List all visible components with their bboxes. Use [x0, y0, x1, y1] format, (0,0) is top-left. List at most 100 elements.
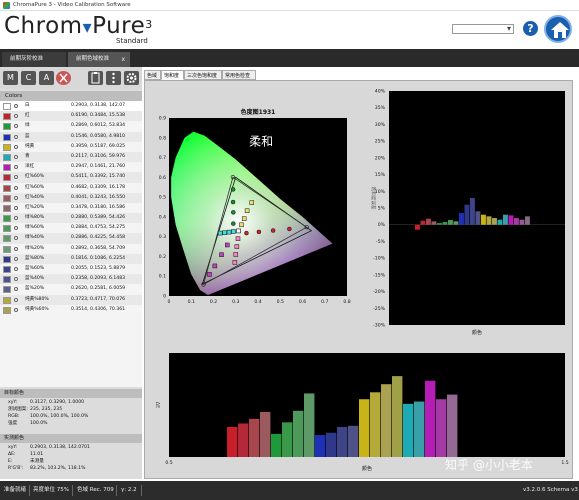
target-color-header: 目标颜色 — [0, 389, 142, 398]
color-list-item[interactable]: 蓝%80% 0.1816, 0.1086, 6.2254 — [0, 253, 142, 264]
color-list-item[interactable]: 青 0.2117, 0.3106, 59.976 — [0, 151, 142, 163]
color-value: 0.2117, 0.3106, 59.976 — [71, 153, 126, 159]
radio-button[interactable] — [14, 267, 18, 271]
sat-y-tick: -5% — [376, 239, 386, 245]
color-list-item[interactable]: 白 0.2903, 0.3138, 142.07 — [0, 101, 142, 113]
radio-button[interactable] — [14, 226, 18, 231]
color-name: 蓝%60% — [25, 266, 45, 271]
radio-button[interactable] — [14, 205, 18, 210]
doc-tab-grayscale[interactable]: 前期灰阶校准 — [2, 52, 66, 67]
color-list-item[interactable]: 蓝 0.1546, 0.0580, 4.9810 — [0, 131, 142, 142]
radio-button[interactable] — [14, 256, 18, 261]
tab-gamut[interactable]: 色域 — [144, 70, 161, 80]
color-list-item[interactable]: 纯黄%60% 0.3514, 0.4306, 70.361 — [0, 305, 142, 315]
color-list-item[interactable]: 红%60% 0.4682, 0.3309, 16.178 — [0, 183, 142, 193]
color-swatch — [3, 204, 11, 212]
settings-button[interactable] — [124, 71, 139, 85]
doc-tab-gamut[interactable]: 前期色域校准 x — [68, 52, 130, 67]
color-name: 蓝%20% — [25, 286, 45, 292]
color-list-item[interactable]: 绿%20% 0.2892, 0.3658, 54.709 — [0, 244, 142, 254]
de-x-tick: 0.5 — [165, 460, 172, 466]
radio-button[interactable] — [14, 104, 18, 108]
color-list-item[interactable]: 绿%60% 0.2884, 0.4753, 54.275 — [0, 223, 142, 233]
color-list-item[interactable]: 蓝%60% 0.2055, 0.1523, 5.8879 — [0, 264, 142, 274]
mode-m-button[interactable]: M — [3, 71, 18, 85]
cie-annotation: 柔和 — [249, 135, 273, 149]
de-bar — [249, 418, 260, 457]
radio-button[interactable] — [14, 216, 18, 221]
color-list-item[interactable]: 绿%80% 0.2880, 0.5389, 54.426 — [0, 213, 142, 224]
tab-common-colors[interactable]: 常用色检查 — [222, 70, 256, 80]
mode-c-button[interactable]: C — [21, 71, 36, 85]
sat-y-tick: -20% — [373, 289, 386, 295]
sat-y-tick: 20% — [375, 155, 386, 161]
color-list-item[interactable]: 绿 0.2869, 0.6012, 53.834 — [0, 121, 142, 131]
color-value: 0.1816, 0.1086, 6.2254 — [71, 255, 126, 261]
color-value: 0.2892, 0.3658, 54.709 — [71, 245, 126, 251]
cie-y-tick: 0.1 — [159, 274, 166, 280]
radio-button[interactable] — [14, 236, 18, 241]
status-gamut: 色域 Rec. 709 — [77, 487, 114, 493]
radio-button[interactable] — [14, 124, 18, 129]
sat-bar — [514, 218, 519, 225]
more-button[interactable] — [106, 71, 121, 85]
color-swatch — [3, 133, 11, 141]
color-list-item[interactable]: 纯黄%80% 0.3723, 0.4717, 70.076 — [0, 294, 142, 305]
sat-y-tick: 0% — [378, 222, 386, 228]
de-bar — [348, 425, 359, 457]
color-list-item[interactable]: 红%20% 0.3478, 0.3180, 16.586 — [0, 203, 142, 213]
color-list-item[interactable]: 纯黄 0.3959, 0.5187, 69.025 — [0, 142, 142, 152]
stop-button[interactable] — [56, 71, 71, 85]
color-list-item[interactable]: 蓝%40% 0.2358, 0.2093, 6.1483 — [0, 274, 142, 285]
cie-cyan-point — [222, 230, 227, 235]
cie-x-tick: 0.2 — [210, 299, 217, 305]
close-tab-icon[interactable]: x — [121, 52, 125, 67]
home-button[interactable] — [544, 15, 572, 43]
radio-button[interactable] — [14, 185, 18, 190]
tab-saturation[interactable]: 饱和度 — [161, 70, 184, 80]
color-list-item[interactable]: 洋红 0.2947, 0.1461, 21.760 — [0, 162, 142, 172]
left-panel: M C A Colors 白 0.2903, 0.3138, 142.07 红 0.6… — [0, 67, 142, 479]
color-value: 0.2358, 0.2093, 6.1483 — [71, 276, 126, 282]
radio-button[interactable] — [14, 165, 18, 170]
radio-button[interactable] — [14, 287, 18, 292]
color-list-item[interactable]: 红%40% 0.4041, 0.3243, 16.550 — [0, 192, 142, 203]
help-button[interactable]: ? — [523, 21, 538, 36]
de-x-label: 颜色 — [362, 465, 372, 472]
radio-button[interactable] — [14, 277, 18, 282]
radio-button[interactable] — [14, 246, 18, 251]
cie-green-point — [230, 187, 236, 192]
color-value: 0.3478, 0.3180, 16.586 — [71, 204, 126, 210]
cie-blue-point — [219, 252, 224, 257]
radio-button[interactable] — [14, 114, 18, 119]
sat-plot-bg — [389, 91, 565, 325]
charts-svg: 色度图1931 柔和 0 0.1 0.2 0.3 0.4 0.5 0.6 0.7 0.8 0.9 0.8… — [154, 89, 569, 473]
color-swatch — [3, 286, 11, 294]
radio-button[interactable] — [14, 134, 18, 139]
radio-button[interactable] — [14, 307, 18, 312]
cie-y-tick: 0.5 — [159, 195, 166, 201]
cie-white-point — [236, 228, 241, 234]
sat-bar — [426, 218, 431, 225]
tab-tertiary-saturation[interactable]: 三次色饱和度 — [184, 70, 222, 80]
color-name: 纯黄 — [25, 143, 35, 149]
color-list-item[interactable]: 蓝%20% 0.2620, 0.2581, 6.0059 — [0, 284, 142, 294]
clipboard-button[interactable] — [88, 71, 103, 85]
radio-button[interactable] — [14, 154, 18, 159]
radio-button[interactable] — [14, 175, 18, 180]
de-bar — [238, 423, 249, 457]
color-list-item[interactable]: 红%60% 0.5411, 0.3392, 15.740 — [0, 172, 142, 183]
color-value: 0.2620, 0.2581, 6.0059 — [71, 286, 126, 292]
color-value: 0.2947, 0.1461, 21.760 — [71, 164, 126, 170]
color-value: 0.2886, 0.4225, 54.458 — [71, 235, 126, 241]
mode-a-button[interactable]: A — [39, 71, 54, 85]
de-bar — [359, 399, 370, 457]
radio-button[interactable] — [14, 144, 18, 149]
color-list-item[interactable]: 红 0.6190, 0.3484, 15.538 — [0, 111, 142, 122]
color-list-item[interactable]: 绿%40% 0.2886, 0.4225, 54.458 — [0, 233, 142, 244]
header-dropdown[interactable] — [452, 24, 514, 34]
radio-button[interactable] — [14, 195, 18, 200]
sat-y-tick: 35% — [375, 105, 386, 111]
cie-cyan-point — [231, 229, 236, 234]
radio-button[interactable] — [14, 297, 18, 302]
